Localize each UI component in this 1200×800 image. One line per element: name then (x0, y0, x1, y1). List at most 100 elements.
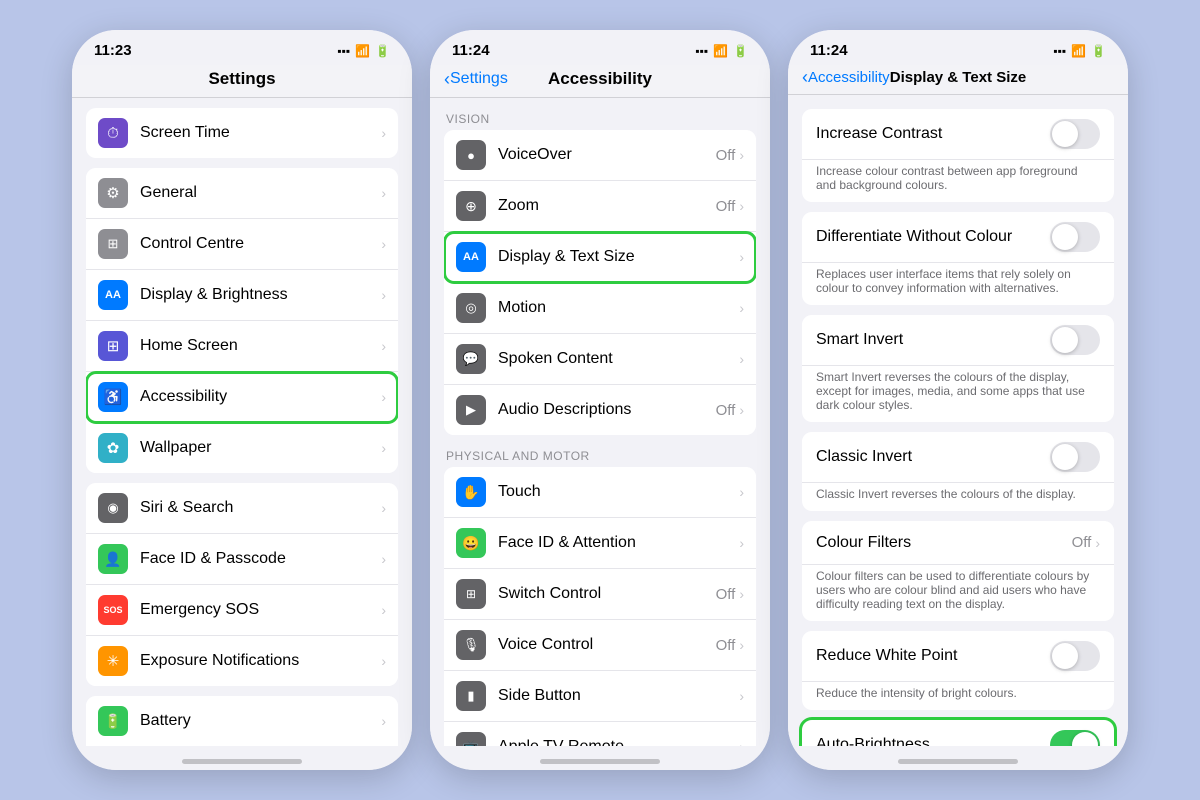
status-time-1: 11:23 (94, 42, 132, 59)
reduce-white-toggle[interactable] (1050, 641, 1100, 671)
motion-label: Motion (498, 299, 739, 317)
signal-icon-2: ▪▪▪ (695, 44, 708, 58)
diff-colour-toggle[interactable] (1050, 222, 1100, 252)
voiceover-chevron: › (739, 147, 744, 163)
nav-back-3[interactable]: ‹ Accessibility (802, 67, 890, 88)
nav-back-2[interactable]: ‹ Settings (444, 69, 508, 90)
row-general[interactable]: ⚙ General › (86, 168, 398, 219)
row-apple-tv[interactable]: 📺 Apple TV Remote › (444, 722, 756, 746)
diff-colour-label: Differentiate Without Colour (816, 228, 1050, 246)
row-siri[interactable]: ◉ Siri & Search › (86, 483, 398, 534)
row-faceid-attention[interactable]: 😀 Face ID & Attention › (444, 518, 756, 569)
display-text-label: Display & Text Size (498, 248, 739, 266)
status-bar-1: 11:23 ▪▪▪ 📶 🔋 (72, 30, 412, 65)
row-voice-control[interactable]: 🎙 Voice Control Off › (444, 620, 756, 671)
dts-row-colour-filters[interactable]: Colour Filters Off › (802, 521, 1114, 565)
dts-group-colour-filters: Colour Filters Off › Colour filters can … (802, 521, 1114, 621)
row-side-button[interactable]: ▮ Side Button › (444, 671, 756, 722)
row-exposure[interactable]: ✳ Exposure Notifications › (86, 636, 398, 686)
dts-row-increase-contrast[interactable]: Increase Contrast (802, 109, 1114, 160)
row-display-brightness[interactable]: AA Display & Brightness › (86, 270, 398, 321)
reduce-white-knob (1052, 643, 1078, 669)
faceid-chevron: › (381, 551, 386, 567)
increase-contrast-desc: Increase colour contrast between app for… (802, 160, 1114, 202)
phone3: 11:24 ▪▪▪ 📶 🔋 ‹ Accessibility Display & … (788, 30, 1128, 770)
spoken-content-icon: 💬 (456, 344, 486, 374)
voice-control-icon: 🎙 (456, 630, 486, 660)
home-indicator-2 (430, 746, 770, 770)
row-battery[interactable]: 🔋 Battery › (86, 696, 398, 746)
home-screen-chevron: › (381, 338, 386, 354)
colour-filters-desc: Colour filters can be used to differenti… (802, 565, 1114, 621)
dts-row-classic-invert[interactable]: Classic Invert (802, 432, 1114, 483)
exposure-chevron: › (381, 653, 386, 669)
audio-desc-icon: ▶ (456, 395, 486, 425)
motion-icon: ◎ (456, 293, 486, 323)
status-icons-3: ▪▪▪ 📶 🔋 (1053, 44, 1106, 58)
display-text-chevron: › (739, 249, 744, 265)
battery-label: Battery (140, 712, 381, 730)
colour-filters-value: Off (1072, 534, 1092, 551)
battery-row-icon: 🔋 (98, 706, 128, 736)
row-voiceover[interactable]: ● VoiceOver Off › (444, 130, 756, 181)
auto-brightness-toggle[interactable] (1050, 730, 1100, 746)
row-screentime[interactable]: ⏱ Screen Time › (86, 108, 398, 158)
row-control-centre[interactable]: ⊞ Control Centre › (86, 219, 398, 270)
colour-filters-chevron: › (1095, 535, 1100, 551)
acc-group-vision: ● VoiceOver Off › ⊕ Zoom Off › AA Displa… (444, 130, 756, 435)
zoom-icon: ⊕ (456, 191, 486, 221)
screentime-icon: ⏱ (98, 118, 128, 148)
dts-row-diff-colour[interactable]: Differentiate Without Colour (802, 212, 1114, 263)
increase-contrast-toggle[interactable] (1050, 119, 1100, 149)
row-zoom[interactable]: ⊕ Zoom Off › (444, 181, 756, 232)
zoom-chevron: › (739, 198, 744, 214)
smart-invert-desc: Smart Invert reverses the colours of the… (802, 366, 1114, 422)
apple-tv-icon: 📺 (456, 732, 486, 746)
dts-row-reduce-white[interactable]: Reduce White Point (802, 631, 1114, 682)
auto-brightness-label: Auto-Brightness (816, 736, 1050, 746)
dts-group-auto-brightness: Auto-Brightness Turning off auto-brightn… (802, 720, 1114, 746)
diff-colour-desc: Replaces user interface items that rely … (802, 263, 1114, 305)
row-accessibility[interactable]: ♿ Accessibility › (86, 372, 398, 423)
scroll-area-1[interactable]: ⏱ Screen Time › ⚙ General › ⊞ Control Ce… (72, 98, 412, 746)
touch-chevron: › (739, 484, 744, 500)
nav-bar-1: Settings (72, 65, 412, 98)
voice-control-label: Voice Control (498, 636, 716, 654)
scroll-area-2[interactable]: VISION ● VoiceOver Off › ⊕ Zoom Off › (430, 98, 770, 746)
status-bar-3: 11:24 ▪▪▪ 📶 🔋 (788, 30, 1128, 65)
dts-row-smart-invert[interactable]: Smart Invert (802, 315, 1114, 366)
row-spoken-content[interactable]: 💬 Spoken Content › (444, 334, 756, 385)
smart-invert-toggle[interactable] (1050, 325, 1100, 355)
back-label-2: Settings (450, 70, 508, 88)
row-audio-desc[interactable]: ▶ Audio Descriptions Off › (444, 385, 756, 435)
siri-label: Siri & Search (140, 499, 381, 517)
general-icon: ⚙ (98, 178, 128, 208)
control-centre-icon: ⊞ (98, 229, 128, 259)
row-display-text-size[interactable]: AA Display & Text Size › (444, 232, 756, 283)
home-indicator-3 (788, 746, 1128, 770)
home-bar-1 (182, 759, 302, 764)
signal-icon: ▪▪▪ (337, 44, 350, 58)
accessibility-icon: ♿ (98, 382, 128, 412)
row-motion[interactable]: ◎ Motion › (444, 283, 756, 334)
dts-row-auto-brightness[interactable]: Auto-Brightness (802, 720, 1114, 746)
reduce-white-label: Reduce White Point (816, 647, 1050, 665)
scroll-area-3[interactable]: Increase Contrast Increase colour contra… (788, 95, 1128, 746)
phone2: 11:24 ▪▪▪ 📶 🔋 ‹ Settings Accessibility V… (430, 30, 770, 770)
row-home-screen[interactable]: ⊞ Home Screen › (86, 321, 398, 372)
voice-control-value: Off (716, 637, 736, 654)
nav-title-3: Display & Text Size (890, 69, 1026, 86)
row-touch[interactable]: ✋ Touch › (444, 467, 756, 518)
row-emergency-sos[interactable]: SOS Emergency SOS › (86, 585, 398, 636)
control-centre-label: Control Centre (140, 235, 381, 253)
row-faceid[interactable]: 👤 Face ID & Passcode › (86, 534, 398, 585)
switch-control-label: Switch Control (498, 585, 716, 603)
reduce-white-desc: Reduce the intensity of bright colours. (802, 682, 1114, 710)
wifi-icon-2: 📶 (713, 44, 728, 58)
row-switch-control[interactable]: ⊞ Switch Control Off › (444, 569, 756, 620)
row-wallpaper[interactable]: ✿ Wallpaper › (86, 423, 398, 473)
battery-icon: 🔋 (375, 44, 390, 58)
nav-bar-3: ‹ Accessibility Display & Text Size (788, 65, 1128, 95)
classic-invert-toggle[interactable] (1050, 442, 1100, 472)
wallpaper-chevron: › (381, 440, 386, 456)
